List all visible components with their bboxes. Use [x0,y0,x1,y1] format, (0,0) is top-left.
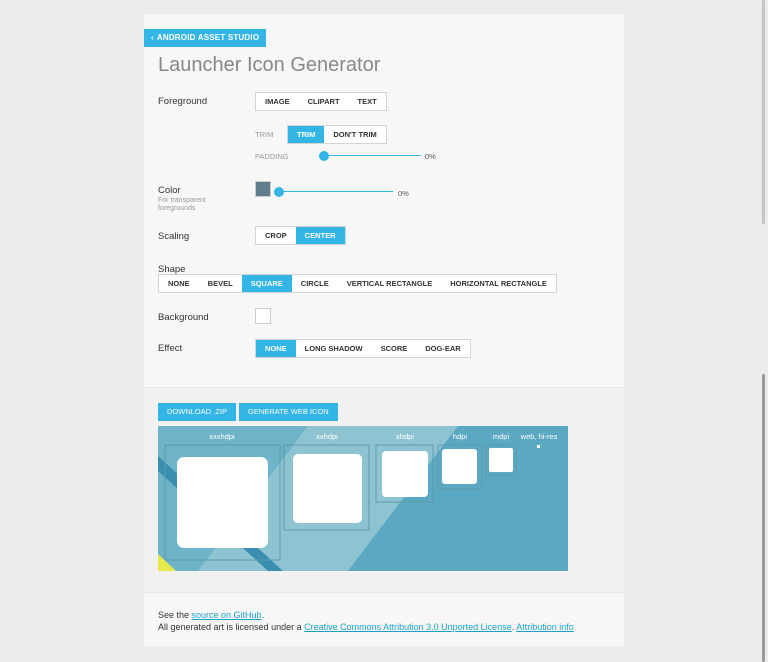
download-zip-button[interactable]: DOWNLOAD .ZIP [158,403,237,421]
color-alpha-slider[interactable] [274,187,393,197]
shape-option-square[interactable]: SQUARE [241,275,292,292]
scaling-option-crop[interactable]: CROP [256,227,296,244]
shape-option-none[interactable]: NONE [159,275,199,292]
shape-selector: NONE BEVEL SQUARE CIRCLE VERTICAL RECTAN… [158,274,557,293]
xhdpi-icon [382,451,428,497]
padding-slider-track [319,155,421,156]
icon-preview: xxxhdpi xxhdpi xhdpi hdpi mdpi web, hi-r… [158,426,568,571]
effect-selector: NONE LONG SHADOW SCORE DOG-EAR [255,339,471,358]
attribution-info-link[interactable]: Attribution info [516,622,574,632]
shape-option-vertical-rectangle[interactable]: VERTICAL RECTANGLE [338,275,442,292]
trim-option-trim[interactable]: TRIM [288,126,325,143]
preview-artwork: xxxhdpi xxhdpi xhdpi hdpi mdpi web, hi-r… [158,426,568,571]
color-value: 0% [398,189,409,198]
density-label-xxhdpi: xxhdpi [316,432,338,441]
effect-option-score[interactable]: SCORE [372,340,417,357]
scaling-option-center[interactable]: CENTER [295,227,345,244]
density-label-xhdpi: xhdpi [396,432,414,441]
foreground-option-text[interactable]: TEXT [349,93,386,110]
shape-option-bevel[interactable]: BEVEL [199,275,242,292]
padding-value: 0% [425,152,436,161]
effect-option-dog-ear[interactable]: DOG-EAR [416,340,469,357]
effect-option-none[interactable]: NONE [256,340,296,357]
shape-option-circle[interactable]: CIRCLE [292,275,338,292]
mdpi-icon [489,448,513,472]
chevron-left-icon: ‹ [151,33,154,42]
density-label-hdpi: hdpi [453,432,468,441]
license-link[interactable]: Creative Commons Attribution 3.0 Unporte… [304,622,512,632]
github-source-link[interactable]: source on GitHub [192,610,262,620]
scaling-selector: CROP CENTER [255,226,346,245]
foreground-source-selector: IMAGE CLIPART TEXT [255,92,387,111]
page-title: Launcher Icon Generator [158,54,381,76]
scrollbar-thumb[interactable] [762,374,765,662]
color-label: Color [158,185,181,196]
trim-option-dont-trim[interactable]: DON'T TRIM [324,126,385,143]
footer-license-line: All generated art is licensed under a Cr… [158,622,574,632]
color-slider-track [274,191,393,192]
scrollbar-track-upper [762,0,765,224]
generate-web-icon-button[interactable]: GENERATE WEB ICON [239,403,338,421]
density-label-mdpi: mdpi [493,432,510,441]
density-label-web-hires: web, hi-res [520,432,558,441]
footer-source-line: See the source on GitHub. [158,610,265,620]
scaling-label: Scaling [158,231,190,242]
hdpi-icon [442,449,477,484]
effect-option-long-shadow[interactable]: LONG SHADOW [296,340,372,357]
density-label-xxxhdpi: xxxhdpi [209,432,235,441]
foreground-option-image[interactable]: IMAGE [256,93,299,110]
color-hint: For transparent foregrounds [158,197,206,212]
web-hires-icon [537,445,540,448]
footer-section [144,594,624,646]
xxxhdpi-icon [177,457,268,548]
trim-label: TRIM [255,130,274,139]
foreground-option-clipart[interactable]: CLIPART [299,93,349,110]
xxhdpi-icon [293,454,362,523]
color-slider-thumb[interactable] [274,187,284,197]
effect-label: Effect [158,343,183,354]
shape-option-horizontal-rectangle[interactable]: HORIZONTAL RECTANGLE [441,275,556,292]
trim-selector: TRIM DON'T TRIM [287,125,387,144]
padding-slider[interactable] [319,151,421,161]
color-swatch[interactable] [255,181,271,197]
padding-label: PADDING [255,152,289,161]
padding-slider-thumb[interactable] [319,151,329,161]
background-color-swatch[interactable] [255,308,271,324]
back-to-asset-studio-button[interactable]: ‹ ANDROID ASSET STUDIO [144,29,267,47]
background-label: Background [158,312,209,323]
foreground-label: Foreground [158,96,208,107]
